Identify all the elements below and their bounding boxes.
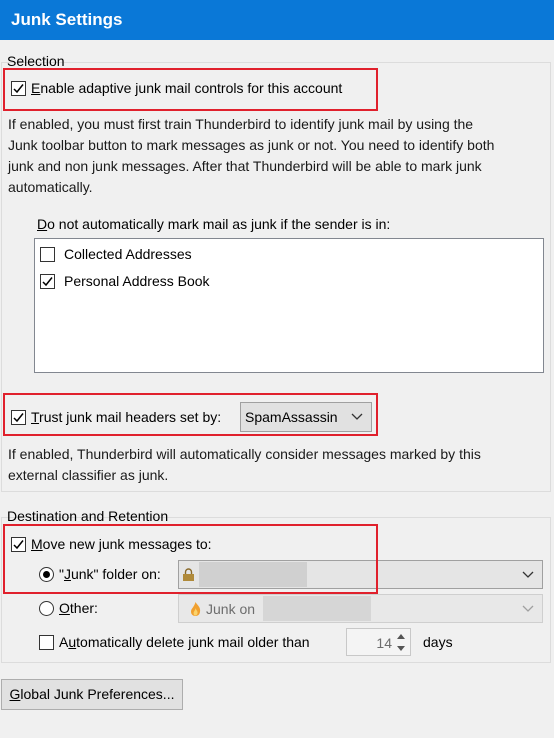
checkmark-icon xyxy=(13,540,24,550)
radio-dot xyxy=(43,571,50,578)
junk-flame-icon xyxy=(191,602,201,616)
list-item[interactable]: Collected Addresses xyxy=(35,242,543,268)
junk-folder-radio[interactable] xyxy=(39,567,54,582)
adaptive-description-line: Junk toolbar button to mark messages as … xyxy=(8,137,495,153)
other-folder-label[interactable]: Other: xyxy=(59,600,98,616)
masked-account-name xyxy=(263,596,371,621)
trust-description-line: external classifier as junk. xyxy=(8,467,169,483)
auto-delete-label[interactable]: Automatically delete junk mail older tha… xyxy=(59,634,310,650)
trust-headers-checkbox[interactable] xyxy=(11,410,26,425)
junk-folder-account-select[interactable] xyxy=(178,560,543,589)
adaptive-junk-label[interactable]: Enable adaptive junk mail controls for t… xyxy=(31,80,342,96)
move-junk-label[interactable]: Move new junk messages to: xyxy=(31,536,212,552)
trust-description-line: If enabled, Thunderbird will automatical… xyxy=(8,446,481,462)
window-title: Junk Settings xyxy=(0,0,554,40)
collected-addresses-checkbox[interactable] xyxy=(40,247,55,262)
list-item[interactable]: Personal Address Book xyxy=(35,269,543,295)
trust-headers-label[interactable]: Trust junk mail headers set by: xyxy=(31,409,221,425)
selection-group-title: Selection xyxy=(7,53,65,69)
personal-address-book-checkbox[interactable] xyxy=(40,274,55,289)
destination-group-title: Destination and Retention xyxy=(7,508,169,524)
collected-addresses-label: Collected Addresses xyxy=(64,246,192,262)
checkmark-icon xyxy=(13,413,24,423)
move-junk-checkbox[interactable] xyxy=(11,537,26,552)
classifier-select[interactable]: SpamAssassin xyxy=(240,402,372,432)
auto-delete-checkbox[interactable] xyxy=(39,635,54,650)
adaptive-junk-checkbox[interactable] xyxy=(11,81,26,96)
other-folder-radio[interactable] xyxy=(39,601,54,616)
checkmark-icon xyxy=(42,277,53,287)
other-folder-select[interactable]: Junk on xyxy=(178,594,543,623)
chevron-down-icon xyxy=(522,605,534,612)
spin-down-icon[interactable] xyxy=(397,646,405,651)
other-folder-value: Junk on xyxy=(206,601,256,617)
chevron-down-icon xyxy=(351,413,363,420)
global-junk-preferences-button[interactable]: Global Junk Preferences... xyxy=(1,679,183,710)
masked-account-name xyxy=(199,562,307,587)
adaptive-description-line: automatically. xyxy=(8,179,93,195)
adaptive-description: If enabled, you must first train Thunder… xyxy=(8,114,494,198)
days-unit-label: days xyxy=(423,634,453,650)
days-value: 14 xyxy=(376,635,392,651)
whitelist-label: Do not automatically mark mail as junk i… xyxy=(37,216,391,232)
spin-up-icon[interactable] xyxy=(397,634,405,639)
classifier-select-value: SpamAssassin xyxy=(245,409,338,425)
adaptive-description-line: junk and non junk messages. After that T… xyxy=(8,158,482,174)
account-lock-icon xyxy=(183,568,194,581)
trust-description: If enabled, Thunderbird will automatical… xyxy=(8,444,481,486)
adaptive-description-line: If enabled, you must first train Thunder… xyxy=(8,116,474,132)
address-book-list[interactable]: Collected Addresses Personal Address Boo… xyxy=(34,238,544,373)
checkmark-icon xyxy=(13,84,24,94)
personal-address-book-label: Personal Address Book xyxy=(64,273,210,289)
junk-folder-label[interactable]: "Junk" folder on: xyxy=(59,566,161,582)
chevron-down-icon xyxy=(522,571,534,578)
auto-delete-days-stepper[interactable]: 14 xyxy=(346,628,411,656)
